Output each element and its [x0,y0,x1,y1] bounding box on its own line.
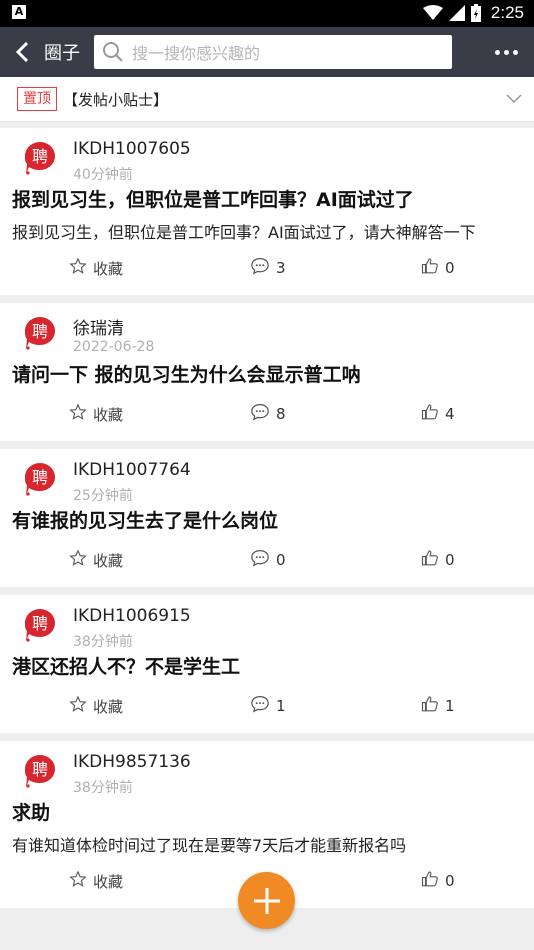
avatar[interactable]: 聘 [22,607,58,643]
like-button[interactable]: 0 [421,549,455,571]
like-button[interactable]: 0 [421,870,455,892]
comment-icon [250,257,270,279]
chevron-down-icon[interactable] [506,89,522,108]
search-icon [102,41,132,63]
comment-button[interactable]: 3 [250,257,286,279]
post-title[interactable]: 港区还招人不？不是学生工 [12,653,522,681]
post-title[interactable]: 求助 [12,799,522,827]
post-username[interactable]: IKDH1007764 [73,460,191,480]
favorite-button[interactable]: 收藏 [69,257,123,279]
post-time: 40分钟前 [73,167,133,183]
post-card[interactable]: 聘 徐瑞清 2022-06-28 请问一下 报的见习生为什么会显示普工呐收藏 8 4 [0,303,534,449]
like-count: 4 [445,405,455,423]
post-actions: 收藏 3 0 [12,243,522,295]
comment-count: 8 [276,405,286,423]
post-username[interactable]: IKDH9857136 [73,752,191,772]
svg-text:聘: 聘 [32,614,48,633]
favorite-button[interactable]: 收藏 [69,695,123,717]
post-time: 38分钟前 [73,634,133,650]
post-time: 38分钟前 [73,780,133,796]
post-body[interactable]: 有谁知道体检时间过了现在是要等7天后才能重新报名吗 [12,835,522,856]
comment-icon [250,549,270,571]
post-body[interactable]: 报到见习生，但职位是普工咋回事？AI面试过了，请大神解答一下 [12,222,522,243]
post-card[interactable]: 聘 IKDH1006915 38分钟前港区还招人不？不是学生工收藏 1 1 [0,595,534,741]
status-bar: A 2:25 [0,0,534,27]
thumbs-up-icon [421,870,439,892]
svg-text:聘: 聘 [32,147,48,166]
comment-count: 3 [276,259,286,277]
post-username[interactable]: IKDH1006915 [73,606,191,626]
back-button[interactable] [0,27,44,77]
post-feed: 聘 IKDH1007605 40分钟前报到见习生，但职位是普工咋回事？AI面试过了报… [0,128,534,916]
like-count: 0 [445,259,455,277]
comment-button[interactable]: 1 [250,695,286,717]
like-button[interactable]: 4 [421,403,455,425]
signal-icon [448,5,465,21]
svg-text:聘: 聘 [32,322,48,341]
favorite-button[interactable]: 收藏 [69,549,123,571]
favorite-button[interactable]: 收藏 [69,403,123,425]
post-username[interactable]: IKDH1007605 [73,139,191,159]
more-menu-icon[interactable] [495,41,518,63]
post-actions: 收藏 0 0 [12,535,522,587]
thumbs-up-icon [421,549,439,571]
svg-text:聘: 聘 [32,760,48,779]
post-card[interactable]: 聘 IKDH1007605 40分钟前报到见习生，但职位是普工咋回事？AI面试过了报… [0,128,534,303]
post-username[interactable]: 徐瑞清 [73,314,124,339]
star-icon [69,403,87,425]
star-icon [69,695,87,717]
like-count: 0 [445,872,455,890]
post-title[interactable]: 有谁报的见习生去了是什么岗位 [12,507,522,535]
like-count: 0 [445,551,455,569]
page-title: 圈子 [44,43,80,64]
thumbs-up-icon [421,403,439,425]
post-time: 2022-06-28 [73,339,155,355]
comment-count: 0 [276,551,286,569]
avatar[interactable]: 聘 [22,753,58,789]
plus-icon [253,887,280,914]
top-bar: 圈子 搜一搜你感兴趣的 [0,27,534,77]
star-icon [69,870,87,892]
comment-icon [250,403,270,425]
thumbs-up-icon [421,257,439,279]
post-actions: 收藏 8 4 [12,389,522,441]
star-icon [69,549,87,571]
post-title[interactable]: 报到见习生，但职位是普工咋回事？AI面试过了 [12,186,522,214]
star-icon [69,257,87,279]
pinned-text: 【发帖小贴士】 [63,90,169,109]
notification-icon: A [12,5,26,19]
avatar[interactable]: 聘 [22,315,58,351]
comment-button[interactable]: 8 [250,403,286,425]
wifi-icon [422,5,443,21]
search-placeholder: 搜一搜你感兴趣的 [132,44,261,63]
battery-icon [470,4,481,22]
comment-count: 1 [276,697,286,715]
pinned-badge: 置顶 [17,87,57,111]
pinned-notice[interactable]: 置顶 【发帖小贴士】 [0,77,534,122]
like-count: 1 [445,697,455,715]
like-button[interactable]: 0 [421,257,455,279]
search-input[interactable]: 搜一搜你感兴趣的 [94,35,452,69]
avatar[interactable]: 聘 [22,140,58,176]
svg-text:聘: 聘 [32,468,48,487]
add-post-button[interactable] [238,872,295,929]
comment-button[interactable]: 0 [250,549,286,571]
thumbs-up-icon [421,695,439,717]
post-actions: 收藏 1 1 [12,681,522,733]
avatar[interactable]: 聘 [22,461,58,497]
chevron-left-icon [15,41,29,63]
comment-icon [250,695,270,717]
post-title[interactable]: 请问一下 报的见习生为什么会显示普工呐 [12,361,522,389]
favorite-button[interactable]: 收藏 [69,870,123,892]
clock: 2:25 [490,3,524,22]
post-time: 25分钟前 [73,488,133,504]
like-button[interactable]: 1 [421,695,455,717]
post-card[interactable]: 聘 IKDH1007764 25分钟前有谁报的见习生去了是什么岗位收藏 0 0 [0,449,534,595]
